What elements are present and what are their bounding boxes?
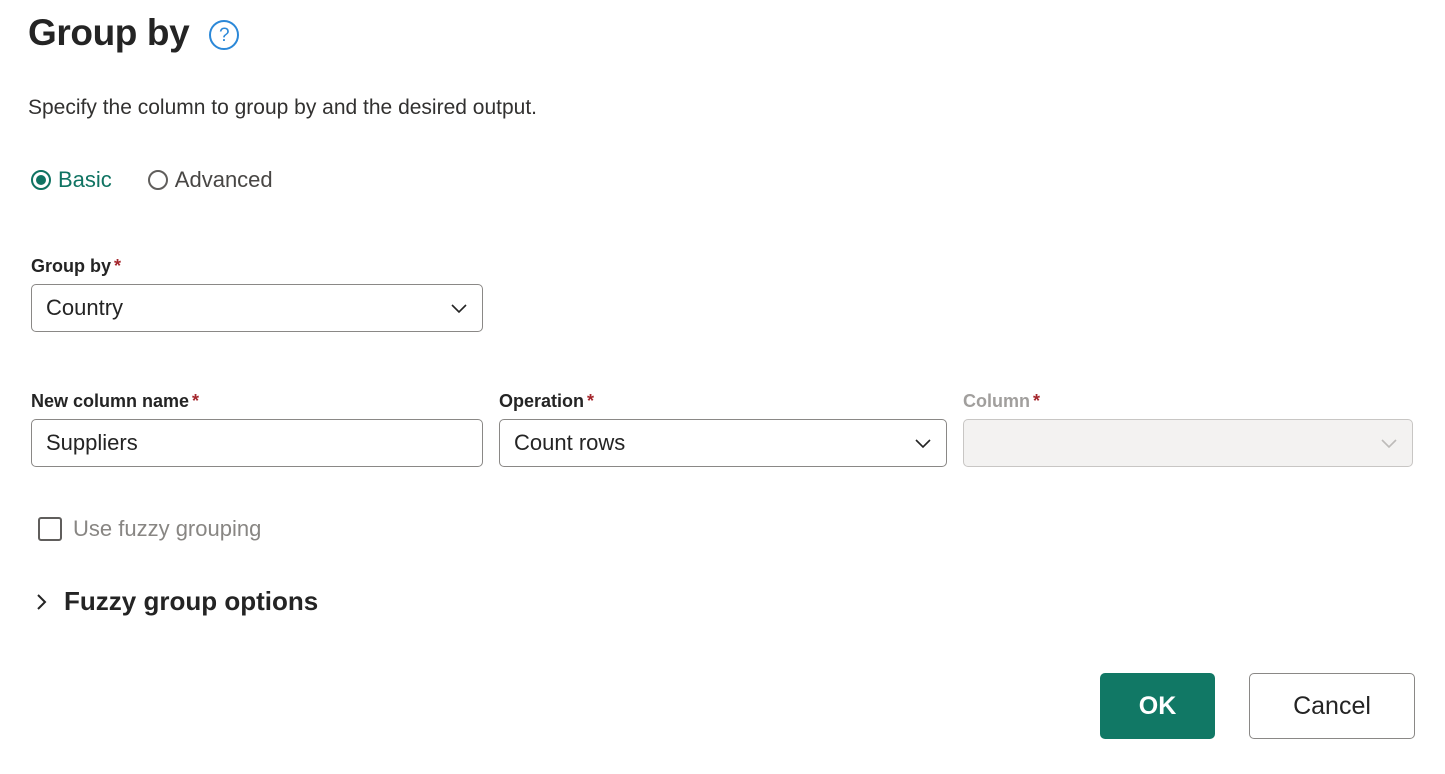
mode-radio-group: Basic Advanced [31, 167, 273, 193]
chevron-right-icon [33, 591, 51, 613]
chevron-down-icon [910, 430, 936, 456]
new-column-name-value: Suppliers [46, 430, 138, 456]
chevron-down-icon [1376, 430, 1402, 456]
required-marker-group-by: * [114, 256, 121, 276]
required-marker-column: * [1033, 391, 1040, 411]
field-label-group-by: Group by* [31, 256, 483, 277]
help-circle-icon[interactable]: ? [209, 20, 239, 50]
field-operation: Operation* Count rows [499, 391, 947, 467]
dialog-subtitle: Specify the column to group by and the d… [28, 96, 537, 120]
group-by-dialog: Group by ? Specify the column to group b… [0, 0, 1445, 774]
fuzzy-group-options-expander[interactable]: Fuzzy group options [33, 586, 318, 617]
field-new-column-name: New column name* Suppliers [31, 391, 483, 467]
fuzzy-group-options-label: Fuzzy group options [64, 586, 318, 617]
page-title: Group by [28, 14, 189, 53]
operation-dropdown-value: Count rows [514, 430, 625, 456]
group-by-dropdown[interactable]: Country [31, 284, 483, 332]
radio-option-basic[interactable]: Basic [31, 167, 112, 193]
radio-option-advanced[interactable]: Advanced [148, 167, 273, 193]
radio-mark-basic [31, 170, 51, 190]
group-by-dropdown-value: Country [46, 295, 123, 321]
radio-label-advanced: Advanced [175, 167, 273, 193]
field-label-new-column-name: New column name* [31, 391, 483, 412]
operation-dropdown[interactable]: Count rows [499, 419, 947, 467]
required-marker-new-column-name: * [192, 391, 199, 411]
field-label-text-column: Column [963, 391, 1030, 411]
use-fuzzy-grouping-label: Use fuzzy grouping [73, 516, 261, 542]
use-fuzzy-grouping-checkbox[interactable]: Use fuzzy grouping [38, 516, 261, 542]
ok-button[interactable]: OK [1100, 673, 1215, 739]
chevron-down-icon [446, 295, 472, 321]
dialog-footer: OK Cancel [1100, 673, 1415, 739]
cancel-button[interactable]: Cancel [1249, 673, 1415, 739]
column-dropdown [963, 419, 1413, 467]
required-marker-operation: * [587, 391, 594, 411]
radio-mark-advanced [148, 170, 168, 190]
field-label-text-group-by: Group by [31, 256, 111, 276]
field-label-operation: Operation* [499, 391, 947, 412]
field-label-column: Column* [963, 391, 1413, 412]
new-column-name-input[interactable]: Suppliers [31, 419, 483, 467]
field-group-by: Group by* Country [31, 256, 483, 332]
checkbox-mark [38, 517, 62, 541]
dialog-header: Group by ? [28, 14, 239, 53]
radio-label-basic: Basic [58, 167, 112, 193]
field-label-text-new-column-name: New column name [31, 391, 189, 411]
field-label-text-operation: Operation [499, 391, 584, 411]
field-column: Column* [963, 391, 1413, 467]
